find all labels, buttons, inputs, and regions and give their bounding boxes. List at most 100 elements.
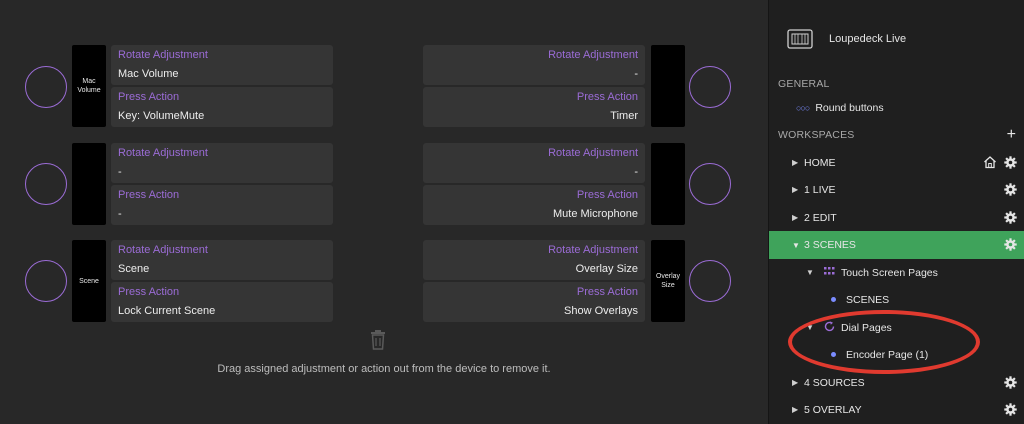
press-action-slot-left-2[interactable]: Press Action - (111, 185, 333, 225)
sidebar-item-label: 5 OVERLAY (804, 403, 862, 416)
slot-value: Overlay Size (575, 263, 638, 275)
slot-value: Show Overlays (564, 305, 638, 317)
slot-kind-label: Rotate Adjustment (118, 49, 208, 61)
sidebar-item-home[interactable]: ▶ HOME (769, 149, 1024, 176)
dial-left-2[interactable] (25, 163, 67, 205)
dial-right-1[interactable] (689, 66, 731, 108)
sidebar-item-encoder-page[interactable]: Encoder Page (1) (769, 341, 1024, 368)
slot-value: - (118, 166, 122, 178)
expand-arrow-icon[interactable]: ▶ (792, 378, 804, 387)
touch-screen-left-1[interactable]: Mac Volume (72, 45, 106, 127)
press-action-slot-right-2[interactable]: Press Action Mute Microphone (423, 185, 645, 225)
touch-screen-right-2[interactable] (651, 143, 685, 225)
sidebar-item-4-sources[interactable]: ▶ 4 SOURCES (769, 369, 1024, 396)
screen-label: Scene (79, 277, 99, 285)
collapse-arrow-icon[interactable]: ▼ (806, 268, 818, 277)
touch-screen-right-1[interactable] (651, 45, 685, 127)
press-action-slot-left-1[interactable]: Press Action Key: VolumeMute (111, 87, 333, 127)
expand-arrow-icon[interactable]: ▶ (792, 185, 804, 194)
slot-kind-label: Press Action (576, 286, 638, 298)
home-icon[interactable] (983, 155, 997, 172)
sidebar-item-label: Dial Pages (841, 321, 892, 334)
touch-screen-left-3[interactable]: Scene (72, 240, 106, 322)
slot-value: - (634, 68, 638, 80)
gear-icon[interactable] (1004, 238, 1017, 251)
rotate-adjustment-slot-left-3[interactable]: Rotate Adjustment Scene (111, 240, 333, 280)
expand-arrow-icon[interactable]: ▶ (792, 213, 804, 222)
slot-kind-label: Rotate Adjustment (548, 244, 638, 256)
slot-kind-label: Press Action (118, 189, 180, 201)
sidebar: Loupedeck Live GENERAL ○○○ Round buttons… (768, 0, 1024, 424)
slot-kind-label: Press Action (118, 91, 180, 103)
sidebar-item-2-edit[interactable]: ▶ 2 EDIT (769, 204, 1024, 231)
press-action-slot-right-3[interactable]: Press Action Show Overlays (423, 282, 645, 322)
rotate-adjustment-slot-left-1[interactable]: Rotate Adjustment Mac Volume (111, 45, 333, 85)
sidebar-item-1-live[interactable]: ▶ 1 LIVE (769, 176, 1024, 203)
page-dot-icon (831, 352, 836, 357)
collapse-arrow-icon[interactable]: ▼ (806, 323, 818, 332)
rotate-adjustment-slot-left-2[interactable]: Rotate Adjustment - (111, 143, 333, 183)
sidebar-item-label: 2 EDIT (804, 211, 837, 224)
device-layout-panel: Mac Volume Rotate Adjustment Mac Volume … (0, 0, 768, 424)
slot-value: - (634, 166, 638, 178)
round-buttons-icon: ○○○ (796, 102, 810, 113)
dial-right-3[interactable] (689, 260, 731, 302)
screen-label: Mac Volume (77, 78, 101, 94)
sidebar-item-label: Encoder Page (1) (846, 348, 929, 361)
press-action-slot-left-3[interactable]: Press Action Lock Current Scene (111, 282, 333, 322)
slot-value: Lock Current Scene (118, 305, 216, 317)
touch-screen-right-3[interactable]: Overlay Size (651, 240, 685, 322)
slot-value: Timer (610, 110, 638, 122)
sidebar-item-label: HOME (804, 156, 836, 169)
press-action-slot-right-1[interactable]: Press Action Timer (423, 87, 645, 127)
sidebar-item-scenes-page[interactable]: SCENES (769, 286, 1024, 313)
slot-value: Key: VolumeMute (118, 110, 205, 122)
general-section-header: GENERAL (778, 78, 830, 90)
sidebar-item-round-buttons[interactable]: ○○○ Round buttons (769, 94, 1024, 121)
slot-kind-label: Rotate Adjustment (548, 49, 638, 61)
sidebar-item-label: 1 LIVE (804, 183, 836, 196)
sidebar-item-5-overlay[interactable]: ▶ 5 OVERLAY (769, 396, 1024, 423)
slot-kind-label: Rotate Adjustment (118, 147, 208, 159)
slot-kind-label: Press Action (576, 189, 638, 201)
slot-value: - (118, 208, 122, 220)
slot-kind-label: Rotate Adjustment (548, 147, 638, 159)
slot-value: Mac Volume (118, 68, 179, 80)
rotate-adjustment-slot-right-3[interactable]: Rotate Adjustment Overlay Size (423, 240, 645, 280)
dial-left-1[interactable] (25, 66, 67, 108)
touch-screen-left-2[interactable] (72, 143, 106, 225)
slot-value: Scene (118, 263, 150, 275)
slot-kind-label: Press Action (118, 286, 180, 298)
sidebar-item-3-scenes[interactable]: ▼ 3 SCENES (769, 231, 1024, 259)
sidebar-item-label: SCENES (846, 293, 890, 306)
sidebar-item-dial-pages[interactable]: ▼ Dial Pages (769, 314, 1024, 341)
trash-icon[interactable] (369, 330, 387, 350)
expand-arrow-icon[interactable]: ▶ (792, 158, 804, 167)
slot-value: Mute Microphone (553, 208, 638, 220)
gear-icon[interactable] (1004, 211, 1017, 224)
sidebar-item-label: Touch Screen Pages (841, 266, 938, 279)
slot-kind-label: Rotate Adjustment (118, 244, 208, 256)
sidebar-item-label: 4 SOURCES (804, 376, 865, 389)
device-name: Loupedeck Live (829, 33, 907, 45)
add-workspace-icon[interactable]: + (1007, 127, 1016, 143)
sidebar-item-label: 3 SCENES (804, 239, 856, 251)
grid-icon (824, 266, 835, 279)
rotate-adjustment-slot-right-2[interactable]: Rotate Adjustment - (423, 143, 645, 183)
gear-icon[interactable] (1004, 403, 1017, 416)
loupedeck-device-icon (787, 28, 813, 50)
dial-right-2[interactable] (689, 163, 731, 205)
rotate-adjustment-slot-right-1[interactable]: Rotate Adjustment - (423, 45, 645, 85)
gear-icon[interactable] (1004, 376, 1017, 389)
dial-left-3[interactable] (25, 260, 67, 302)
expand-arrow-icon[interactable]: ▶ (792, 405, 804, 414)
remove-hint-text: Drag assigned adjustment or action out f… (217, 363, 551, 375)
collapse-arrow-icon[interactable]: ▼ (792, 241, 804, 250)
dial-rotate-icon (824, 320, 835, 335)
slot-kind-label: Press Action (576, 91, 638, 103)
sidebar-item-touch-screen-pages[interactable]: ▼ Touch Screen Pages (769, 259, 1024, 286)
sidebar-item-label: Round buttons (815, 101, 884, 114)
gear-icon[interactable] (1004, 156, 1017, 169)
page-dot-icon (831, 297, 836, 302)
gear-icon[interactable] (1004, 183, 1017, 196)
